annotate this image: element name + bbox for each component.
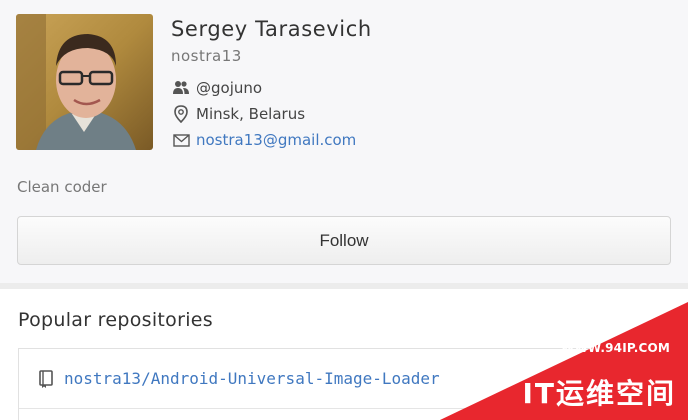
profile-location: Minsk, Belarus [171, 103, 305, 125]
follow-button[interactable]: Follow [17, 216, 671, 265]
profile-bio: Clean coder [17, 178, 107, 196]
envelope-icon [171, 130, 191, 150]
location-text: Minsk, Belarus [196, 105, 306, 123]
section-title: Popular repositories [18, 309, 213, 331]
repo-list: nostra13/Android-Universal-Image-Loader [18, 348, 688, 420]
profile-card: Sergey Tarasevich nostra13 @gojuno Minsk… [0, 0, 688, 283]
repo-book-icon [36, 369, 56, 389]
map-pin-icon [171, 104, 191, 124]
profile-email[interactable]: nostra13@gmail.com [171, 129, 356, 151]
popular-repositories-section: Popular repositories nostra13/Android-Un… [0, 289, 688, 420]
profile-username: nostra13 [171, 47, 242, 65]
profile-organization[interactable]: @gojuno [171, 77, 262, 99]
repo-link[interactable]: nostra13/Android-Universal-Image-Loader [64, 369, 440, 388]
people-icon [171, 78, 191, 98]
email-link[interactable]: nostra13@gmail.com [196, 131, 356, 149]
organization-text: @gojuno [196, 79, 263, 97]
avatar[interactable] [16, 14, 153, 150]
profile-full-name: Sergey Tarasevich [171, 17, 372, 41]
repo-divider [19, 408, 688, 409]
repo-list-item[interactable]: nostra13/Android-Universal-Image-Loader [19, 349, 688, 408]
avatar-photo [16, 14, 153, 150]
